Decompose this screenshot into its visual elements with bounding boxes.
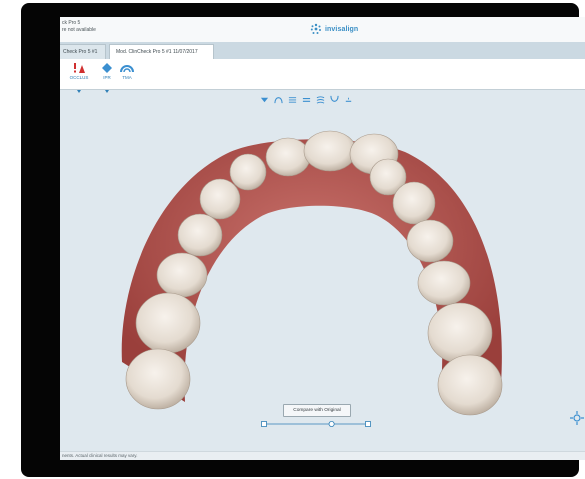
slider-thumb (328, 421, 335, 427)
stage-slider[interactable] (261, 419, 371, 429)
tooth (156, 252, 208, 298)
tooth (125, 348, 191, 410)
tooth (199, 178, 241, 220)
app-screen: ck Pro 5 re not available invisalign Che… (60, 17, 585, 460)
tooth (177, 213, 223, 257)
tooth (303, 130, 357, 172)
tooth (229, 153, 267, 191)
tooth (135, 292, 201, 354)
device-frame: ck Pro 5 re not available invisalign Che… (21, 3, 585, 477)
tooth (265, 137, 311, 177)
status-text: nents. Actual clinical results may vary. (62, 453, 138, 458)
tooth (392, 181, 436, 225)
dental-arch-model[interactable] (60, 17, 585, 460)
navigation-control-icon[interactable] (570, 411, 584, 425)
status-bar: nents. Actual clinical results may vary. (60, 451, 585, 460)
slider-start-handle (261, 421, 267, 427)
tooth (427, 302, 493, 364)
tooth (406, 219, 454, 263)
tooth (437, 354, 503, 416)
compare-with-original-button[interactable]: Compare with Original (283, 404, 351, 417)
slider-end-handle (365, 421, 371, 427)
tooth (417, 260, 471, 306)
